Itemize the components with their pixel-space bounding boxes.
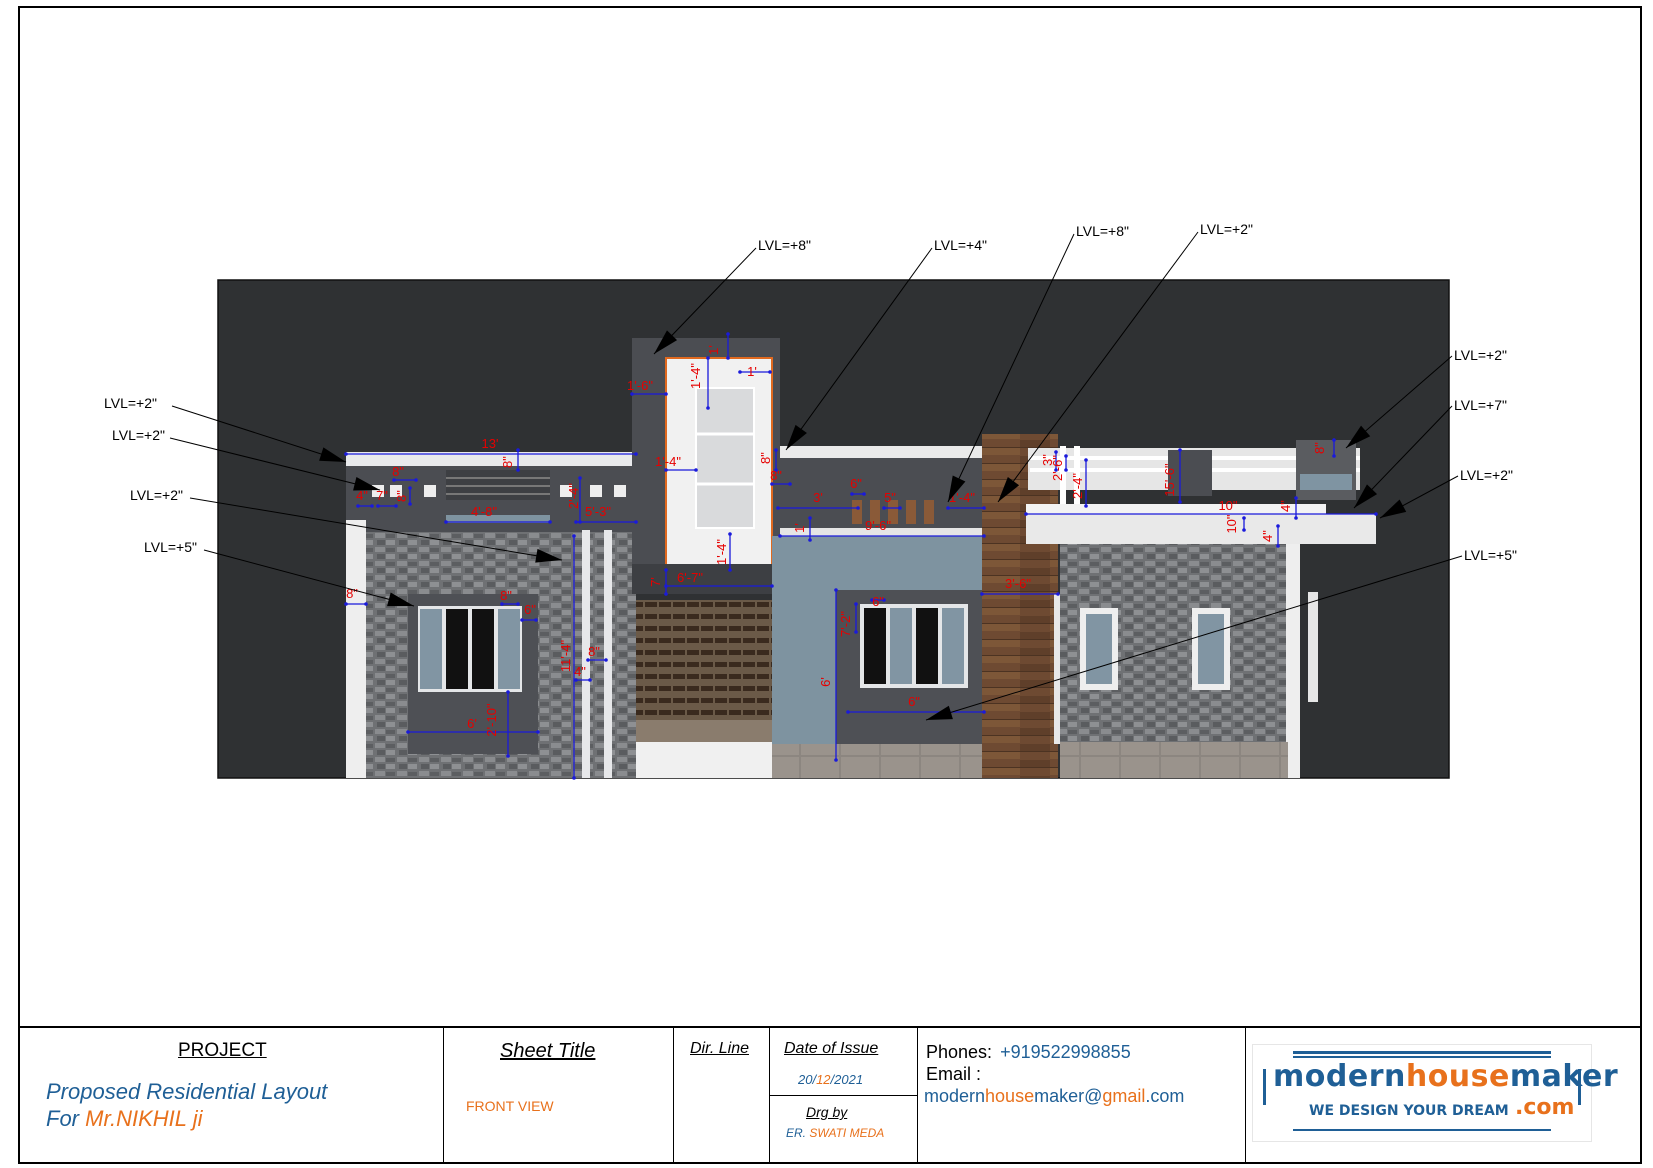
dimension-label: 10" <box>1224 514 1239 533</box>
sheet-title-cell: Sheet Title FRONT VIEW <box>444 1028 674 1164</box>
dimension-label: 2'-6" <box>1050 455 1065 481</box>
dimension-label: 2'-4" <box>1070 473 1085 499</box>
dimension-label: 8" <box>1312 442 1327 454</box>
email-label: Email : <box>926 1064 982 1084</box>
dimension-label: 6" <box>872 594 884 609</box>
dimension-label: 11'-4" <box>558 640 573 673</box>
dimension-label: 8" <box>392 464 404 479</box>
logo-tagline: WE DESIGN YOUR DREAM <box>1309 1103 1509 1119</box>
email-link[interactable]: modernhousemaker@gmail.com <box>924 1086 1184 1107</box>
dimension-label: 6' <box>818 677 833 687</box>
dimension-label: 3'-6" <box>1005 576 1031 591</box>
dimension-label: 13' <box>482 436 499 451</box>
contact-cell: Phones: +919522998855 Email : modernhouse… <box>918 1028 1246 1164</box>
dimension-label: 4'-8" <box>471 504 497 519</box>
project-client: Mr.NIKHIL ji <box>85 1106 203 1131</box>
dimension-label: 1'-4" <box>655 454 681 469</box>
dimension-label: 7" <box>376 488 388 503</box>
level-label: LVL=+2" <box>1454 347 1507 363</box>
dimension-label: 8" <box>500 588 512 603</box>
dimension-label: 10" <box>1218 498 1237 513</box>
dimension-label: 2'-10" <box>484 703 499 737</box>
level-label: LVL=+2" <box>1460 467 1513 483</box>
dimension-label: 6" <box>524 602 536 617</box>
project-name: Proposed Residential Layout For Mr.NIKHI… <box>46 1078 327 1132</box>
dir-line-label: Dir. Line <box>690 1040 749 1057</box>
dimension-label: 8" <box>500 456 515 468</box>
dimension-label: 1'-4" <box>688 363 703 389</box>
level-label: LVL=+5" <box>144 539 197 555</box>
central-tower <box>632 338 780 778</box>
dimension-label: 6' <box>467 716 477 731</box>
phone: Phones: +919522998855 <box>926 1042 1131 1062</box>
dimension-label: 4" <box>1278 500 1293 512</box>
sheet-title-label: Sheet Title <box>500 1040 596 1062</box>
level-label: LVL=+2" <box>1200 221 1253 237</box>
dimension-label: 7'-2" <box>838 611 853 637</box>
dimension-label: 8" <box>770 468 782 483</box>
level-label: LVL=+2" <box>130 487 183 503</box>
dimension-label: 6" <box>908 694 920 709</box>
dimension-label: 4" <box>574 664 586 679</box>
date-of-issue-label: Date of Issue <box>784 1040 879 1057</box>
dimension-label: 7' <box>648 577 663 587</box>
level-label: LVL=+7" <box>1454 397 1507 413</box>
dimension-label: 2'-4" <box>566 483 581 509</box>
level-label: LVL=+8" <box>1076 223 1129 239</box>
sheet-title-value: FRONT VIEW <box>466 1098 554 1114</box>
dimension-label: 1'-4" <box>714 539 729 565</box>
logo-wordmark: modernhousemaker <box>1273 1059 1619 1094</box>
project-line2-prefix: For <box>46 1106 86 1131</box>
dimension-mark: 6" <box>870 594 886 609</box>
project-cell: PROJECT Proposed Residential Layout For … <box>18 1028 444 1164</box>
level-label: LVL=+2" <box>104 395 157 411</box>
dimension-label: 8" <box>588 644 600 659</box>
dimension-label: 3' <box>813 490 823 505</box>
date-cell: Date of Issue 20/12/2021 Drg by ER. SWAT… <box>770 1028 918 1164</box>
project-line1: Proposed Residential Layout <box>46 1079 328 1104</box>
dimension-label: 5" <box>884 490 896 505</box>
dimension-label: 9'-6" <box>865 518 891 533</box>
dimension-label: 1'-6" <box>627 378 653 393</box>
drawn-by-label: Drg by <box>806 1104 848 1120</box>
level-label: LVL=+4" <box>934 237 987 253</box>
dimension-label: 6'-7" <box>677 570 703 585</box>
dir-line-cell: Dir. Line <box>674 1028 770 1164</box>
dimension-label: 15'-6" <box>1162 463 1177 497</box>
dimension-label: 1' <box>792 523 807 533</box>
dimension-label: 4" <box>1260 530 1275 542</box>
company-logo: modernhousemaker WE DESIGN YOUR DREAM .c… <box>1252 1044 1618 1142</box>
front-elevation-drawing: 1'1'-4" 1'1'-6"1'-4"13'8"8"4" 7" 8"4'-8"2'-… <box>104 221 1517 780</box>
level-label: LVL=+8" <box>758 237 811 253</box>
level-label: LVL=+2" <box>112 427 165 443</box>
dimension-label: 1' <box>706 345 721 355</box>
dimension-label: 8" <box>394 490 409 502</box>
dimension-label: 1' <box>747 364 757 379</box>
drawn-by-value: ER. SWATI MEDA <box>786 1126 885 1140</box>
dimension-label: 8" <box>758 452 773 464</box>
project-label: PROJECT <box>178 1040 267 1061</box>
level-label: LVL=+5" <box>1464 547 1517 563</box>
logo-domain: .com <box>1515 1095 1575 1120</box>
dimension-label: 6" <box>850 476 862 491</box>
dimension-label: 5'-3" <box>585 504 611 519</box>
date-of-issue-value: 20/12/2021 <box>798 1072 864 1087</box>
